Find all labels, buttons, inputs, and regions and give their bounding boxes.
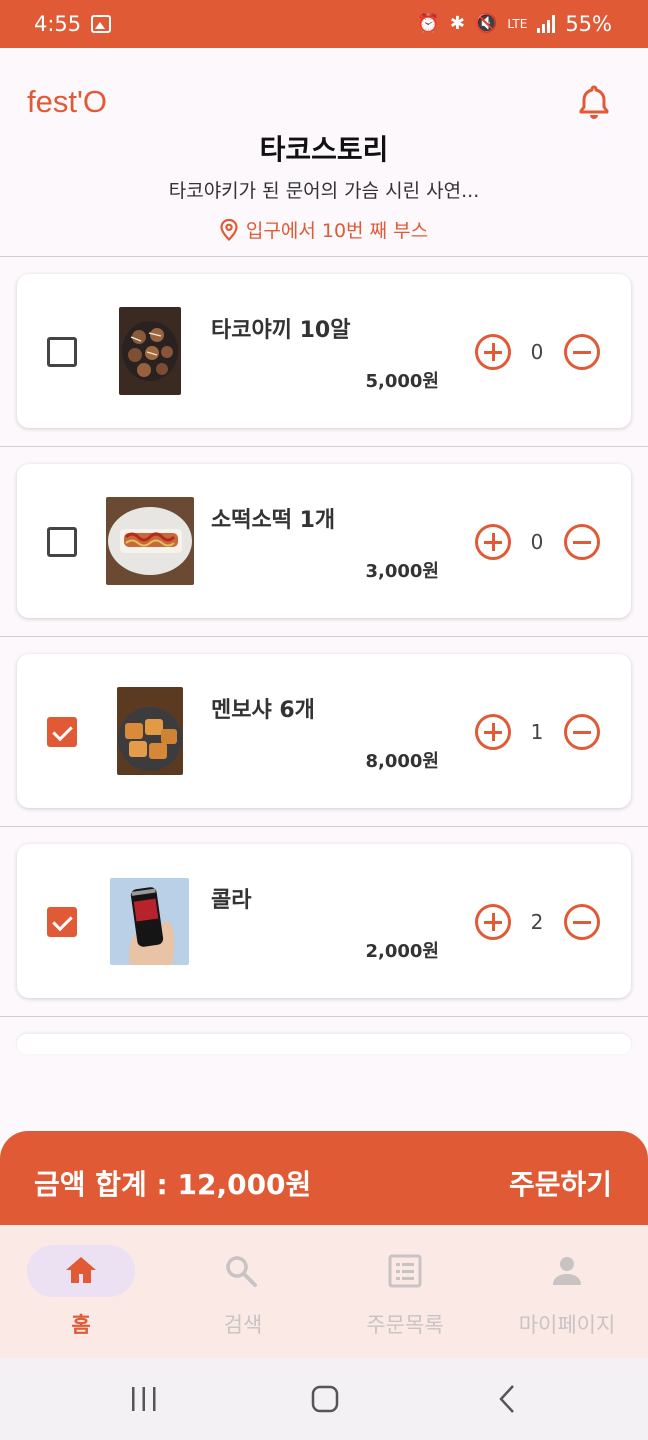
- decrease-quantity-button[interactable]: [564, 524, 600, 560]
- menu-item-price: 3,000원: [365, 561, 440, 582]
- gallery-icon: [91, 15, 112, 33]
- quantity-value: 0: [530, 340, 544, 364]
- back-icon[interactable]: [494, 1384, 520, 1414]
- menu-item-card[interactable]: 소떡소떡 1개 3,000원 0: [17, 464, 631, 618]
- cola-image: [110, 878, 189, 965]
- store-location: 입구에서 10번 째 부스: [0, 216, 648, 243]
- select-checkbox[interactable]: [47, 337, 77, 367]
- store-description: 타코야키가 된 문어의 가슴 시린 사연...: [168, 180, 480, 202]
- location-text: 입구에서 10번 째 부스: [245, 220, 429, 242]
- nav-label: 검색: [223, 1313, 263, 1337]
- home-icon: [66, 1257, 96, 1283]
- bluetooth-icon: ✱: [449, 13, 465, 34]
- quantity-value: 1: [530, 720, 544, 744]
- takoyaki-image: [119, 307, 181, 395]
- total-amount: 금액 합계 : 12,000원: [34, 1168, 312, 1201]
- person-icon: [553, 1257, 581, 1285]
- mute-icon: 🔇: [474, 13, 498, 34]
- increase-quantity-button[interactable]: [475, 334, 511, 370]
- lte-icon: LTE: [507, 17, 528, 31]
- divider: [0, 636, 648, 637]
- order-button[interactable]: 주문하기: [509, 1163, 612, 1203]
- status-bar: 4:55 ⏰ ✱ 🔇 LTE 55%: [0, 0, 648, 48]
- menu-item-price: 5,000원: [365, 371, 440, 392]
- bottom-navigation: 홈 검색 주문목록 마이페이지: [0, 1225, 648, 1358]
- menu-item-name: 타코야끼 10알: [211, 318, 351, 343]
- sotteok-image: [106, 497, 194, 585]
- nav-item-mypage[interactable]: 마이페이지: [486, 1225, 648, 1358]
- menu-item-card[interactable]: 타코야끼 10알 5,000원 0: [17, 274, 631, 428]
- location-pin-icon: [220, 218, 238, 241]
- select-checkbox[interactable]: [47, 717, 77, 747]
- list-icon: [388, 1254, 422, 1288]
- store-header: fest'O 타코스토리 타코야키가 된 문어의 가슴 시린 사연... 입구에…: [0, 48, 648, 256]
- system-navigation-bar: [0, 1358, 648, 1440]
- nav-label: 마이페이지: [518, 1313, 616, 1337]
- decrease-quantity-button[interactable]: [564, 714, 600, 750]
- nav-label: 홈: [71, 1313, 91, 1337]
- nav-item-home[interactable]: 홈: [0, 1225, 162, 1358]
- menu-item-name: 콜라: [211, 888, 252, 913]
- order-summary-bar: 금액 합계 : 12,000원 주문하기: [0, 1131, 648, 1225]
- app-logo[interactable]: fest'O: [27, 84, 107, 120]
- store-name: 타코스토리: [259, 133, 389, 166]
- recent-apps-icon[interactable]: [128, 1384, 160, 1414]
- increase-quantity-button[interactable]: [475, 524, 511, 560]
- status-time: 4:55: [34, 12, 82, 36]
- menu-item-card[interactable]: 콜라 2,000원 2: [17, 844, 631, 998]
- divider: [0, 826, 648, 827]
- battery-level: 55%: [565, 12, 612, 36]
- nav-label: 주문목록: [366, 1313, 444, 1337]
- quantity-value: 2: [530, 910, 544, 934]
- divider: [0, 256, 648, 257]
- quantity-value: 0: [530, 530, 544, 554]
- search-icon: [226, 1256, 257, 1287]
- nav-item-orders[interactable]: 주문목록: [324, 1225, 486, 1358]
- menbosha-image: [117, 687, 183, 775]
- home-button-icon[interactable]: [310, 1384, 340, 1414]
- menu-item-name: 소떡소떡 1개: [211, 508, 336, 533]
- menu-item-card-partial[interactable]: [17, 1034, 631, 1054]
- signal-icon: [537, 15, 556, 33]
- menu-item-card[interactable]: 멘보샤 6개 8,000원 1: [17, 654, 631, 808]
- alarm-icon: ⏰: [417, 13, 440, 34]
- nav-item-search[interactable]: 검색: [162, 1225, 324, 1358]
- divider: [0, 446, 648, 447]
- decrease-quantity-button[interactable]: [564, 334, 600, 370]
- bell-icon[interactable]: [578, 84, 610, 120]
- select-checkbox[interactable]: [47, 527, 77, 557]
- increase-quantity-button[interactable]: [475, 904, 511, 940]
- menu-item-price: 2,000원: [365, 941, 440, 962]
- divider: [0, 1016, 648, 1017]
- increase-quantity-button[interactable]: [475, 714, 511, 750]
- select-checkbox[interactable]: [47, 907, 77, 937]
- menu-item-name: 멘보샤 6개: [211, 698, 315, 723]
- decrease-quantity-button[interactable]: [564, 904, 600, 940]
- menu-item-price: 8,000원: [365, 751, 440, 772]
